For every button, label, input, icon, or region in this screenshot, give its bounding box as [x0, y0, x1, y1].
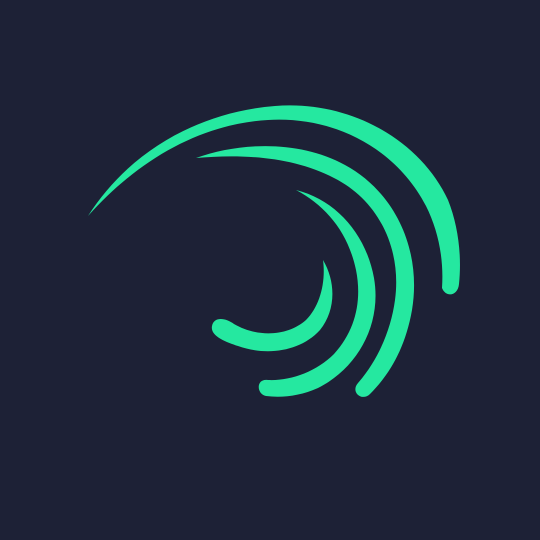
app-logo — [0, 0, 540, 540]
swirl-logo-icon — [0, 0, 540, 540]
